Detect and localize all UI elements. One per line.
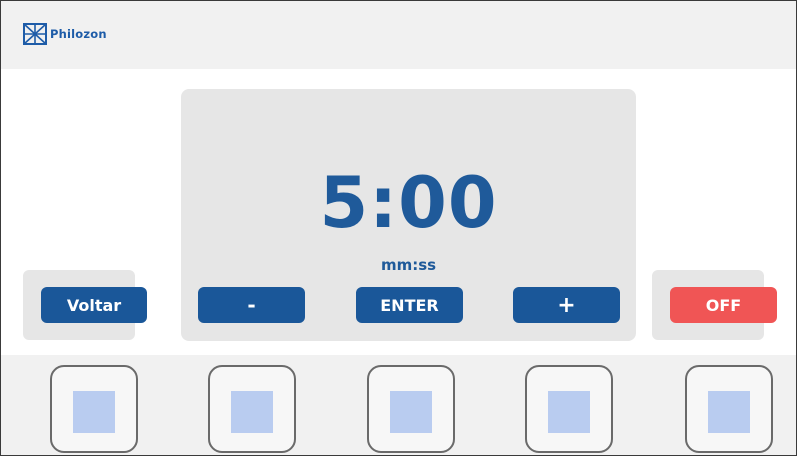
timer-unit-label: mm:ss [380, 256, 437, 274]
physical-key-3[interactable] [367, 365, 455, 453]
brand-name: Philozon [50, 27, 107, 41]
enter-button[interactable]: ENTER [356, 287, 463, 323]
timer-value: 5:00 [319, 162, 498, 244]
physical-key-2[interactable] [208, 365, 296, 453]
key-indicator [390, 391, 432, 433]
brand-logo: Philozon [23, 23, 107, 45]
increase-button[interactable]: + [513, 287, 620, 323]
key-indicator [548, 391, 590, 433]
voltar-button[interactable]: Voltar [41, 287, 147, 323]
app-frame: Philozon 5:00 mm:ss Voltar - ENTER + OFF [0, 0, 797, 456]
physical-key-4[interactable] [525, 365, 613, 453]
decrease-button[interactable]: - [198, 287, 305, 323]
physical-key-5[interactable] [685, 365, 773, 453]
key-indicator [708, 391, 750, 433]
off-button[interactable]: OFF [670, 287, 777, 323]
key-indicator [73, 391, 115, 433]
physical-key-1[interactable] [50, 365, 138, 453]
header-bar: Philozon [1, 1, 796, 69]
philozon-logo-icon [23, 23, 47, 45]
key-indicator [231, 391, 273, 433]
